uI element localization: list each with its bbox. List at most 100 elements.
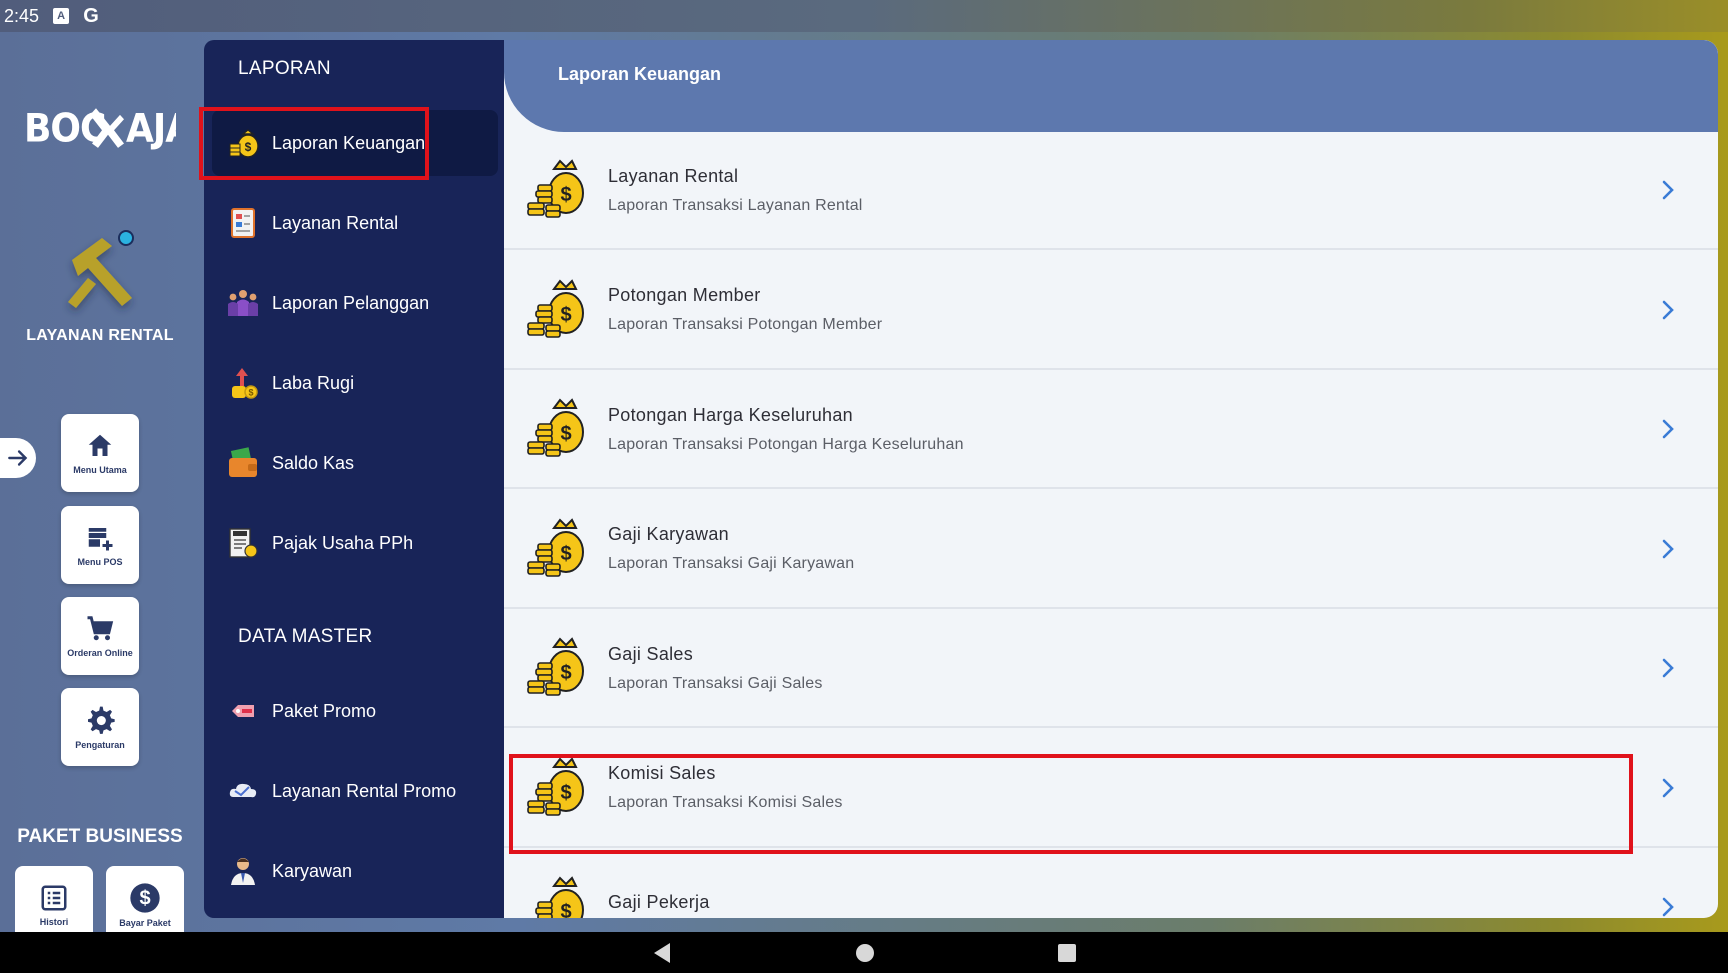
status-time: 2:45 bbox=[4, 5, 40, 26]
home-nav-icon[interactable] bbox=[854, 942, 876, 964]
home-icon bbox=[88, 434, 112, 456]
svg-text:$: $ bbox=[560, 304, 571, 326]
money-bag-icon: $ bbox=[524, 517, 586, 580]
report-row-title: Gaji Karyawan bbox=[608, 524, 729, 544]
accessibility-icon: A bbox=[53, 8, 70, 24]
report-icon bbox=[226, 206, 260, 240]
paket-business-title: PAKET BUSINESS bbox=[17, 826, 183, 847]
chevron-right-icon bbox=[1648, 299, 1688, 321]
section-laporan-title: LAPORAN bbox=[238, 58, 331, 79]
svg-text:$: $ bbox=[248, 388, 253, 398]
google-icon: G bbox=[83, 4, 99, 27]
chevron-right-icon bbox=[1648, 418, 1688, 440]
pengaturan-label: Pengaturan bbox=[75, 740, 125, 750]
cart-icon bbox=[87, 616, 114, 641]
svg-text:$: $ bbox=[560, 662, 571, 684]
menu-item-label: Laporan Pelanggan bbox=[272, 292, 430, 313]
report-row-subtitle: Laporan Transaksi Gaji Sales bbox=[608, 674, 823, 692]
promo-tag-icon bbox=[226, 694, 260, 728]
menu-utama-label: Menu Utama bbox=[73, 465, 127, 475]
report-row-title: Layanan Rental bbox=[608, 165, 739, 186]
list-icon bbox=[41, 885, 67, 911]
menu-pos-label: Menu POS bbox=[77, 557, 123, 567]
report-row-text: Komisi Sales Laporan Transaksi Komisi Sal… bbox=[608, 763, 1648, 812]
chevron-right-icon bbox=[1648, 179, 1688, 201]
report-row-text: Gaji Pekerja bbox=[608, 892, 1648, 919]
pengaturan-button[interactable]: Pengaturan bbox=[61, 688, 139, 766]
svg-text:$: $ bbox=[560, 184, 571, 206]
people-icon bbox=[226, 286, 260, 320]
system-nav-bar bbox=[0, 932, 1728, 973]
report-row-title: Komisi Sales bbox=[608, 763, 716, 783]
report-row-subtitle: Laporan Transaksi Potongan Member bbox=[608, 316, 883, 333]
report-row-title: Potongan Member bbox=[608, 285, 761, 305]
bayar-paket-label: Bayar Paket bbox=[119, 918, 171, 928]
menu-item-laba-rugi[interactable]: $ Laba Rugi bbox=[212, 350, 498, 416]
svg-text:$: $ bbox=[245, 140, 252, 154]
report-list-panel: Laporan Keuangan $ Layanan Rental Laporan … bbox=[504, 40, 1718, 918]
menu-item-saldo-kas[interactable]: Saldo Kas bbox=[212, 430, 498, 496]
money-bag-icon: $ bbox=[524, 278, 586, 341]
expand-arrow-button[interactable] bbox=[0, 438, 36, 478]
report-row[interactable]: $ Gaji Sales Laporan Transaksi Gaji Sales bbox=[504, 610, 1718, 728]
report-row[interactable]: $ Gaji Karyawan Laporan Transaksi Gaji Kar… bbox=[504, 491, 1718, 609]
menu-pos-button[interactable]: Menu POS bbox=[61, 506, 139, 584]
report-row-subtitle: Laporan Transaksi Layanan Rental bbox=[608, 196, 863, 214]
status-bar: 2:45 A G bbox=[0, 0, 1728, 32]
histori-label: Histori bbox=[39, 917, 69, 927]
hammer-app-icon bbox=[62, 222, 142, 322]
recents-nav-icon[interactable] bbox=[1056, 942, 1078, 964]
menu-item-label: Karyawan bbox=[272, 860, 353, 881]
report-row[interactable]: $ Potongan Harga Keseluruhan Laporan Trans… bbox=[504, 371, 1718, 489]
report-row[interactable]: $ Gaji Pekerja bbox=[504, 849, 1718, 918]
money-bag-icon: $ bbox=[524, 637, 586, 699]
menu-item-label: Pajak Usaha PPh bbox=[272, 532, 414, 553]
menu-item-paket-promo[interactable]: Paket Promo bbox=[212, 678, 498, 744]
back-nav-icon[interactable] bbox=[650, 941, 674, 965]
report-row-title: Gaji Sales bbox=[608, 643, 694, 664]
menu-item-label: Layanan Rental Promo bbox=[272, 780, 457, 801]
money-bag-icon: $ bbox=[524, 159, 586, 221]
chevron-right-icon bbox=[1648, 896, 1688, 918]
chevron-right-icon bbox=[1648, 538, 1688, 560]
menu-item-label: Laporan Keuangan bbox=[272, 132, 426, 153]
menu-item-layanan-rental-promo[interactable]: Layanan Rental Promo bbox=[212, 758, 498, 824]
report-row[interactable]: $ Komisi Sales Laporan Transaksi Komisi Sa… bbox=[504, 730, 1718, 848]
app-logo: BOC AJA bbox=[24, 100, 195, 155]
menu-item-layanan-rental[interactable]: Layanan Rental bbox=[212, 190, 498, 256]
arrow-right-icon bbox=[8, 450, 28, 466]
dollar-icon: $ bbox=[130, 883, 160, 913]
employee-icon bbox=[226, 854, 260, 888]
report-row-subtitle: Laporan Transaksi Komisi Sales bbox=[608, 794, 843, 811]
report-menu-panel: LAPORAN $ Laporan Keuangan Layanan Renta… bbox=[204, 40, 504, 918]
svg-text:$: $ bbox=[560, 901, 571, 918]
section-data-master-title: DATA MASTER bbox=[238, 626, 373, 647]
money-bag-icon: $ bbox=[524, 398, 586, 460]
menu-item-karyawan[interactable]: Karyawan bbox=[212, 838, 498, 904]
gear-icon bbox=[88, 706, 115, 734]
report-row-text: Potongan Member Laporan Transaksi Potonga… bbox=[608, 285, 1648, 334]
report-row-text: Layanan Rental Laporan Transaksi Layanan … bbox=[608, 166, 1648, 215]
left-rail: BOC AJA LAYANAN RENTAL Menu Utama Menu P… bbox=[0, 32, 204, 944]
hand-coin-icon: $ bbox=[226, 366, 260, 400]
page-title: Laporan Keuangan bbox=[558, 64, 722, 84]
money-bag-icon: $ bbox=[226, 126, 260, 160]
report-row[interactable]: $ Layanan Rental Laporan Transaksi Layanan… bbox=[504, 132, 1718, 250]
menu-item-laporan-pelanggan[interactable]: Laporan Pelanggan bbox=[212, 270, 498, 336]
menu-item-pajak-usaha[interactable]: Pajak Usaha PPh bbox=[212, 510, 498, 576]
menu-item-label: Paket Promo bbox=[272, 700, 377, 721]
content-header: Laporan Keuangan bbox=[504, 40, 1718, 132]
chevron-right-icon bbox=[1648, 777, 1688, 799]
report-row-text: Gaji Karyawan Laporan Transaksi Gaji Kary… bbox=[608, 524, 1648, 573]
report-row[interactable]: $ Potongan Member Laporan Transaksi Potong… bbox=[504, 252, 1718, 370]
svg-text:$: $ bbox=[560, 782, 571, 804]
report-row-title: Gaji Pekerja bbox=[608, 891, 710, 912]
money-bag-icon: $ bbox=[524, 756, 586, 819]
svg-text:$: $ bbox=[560, 423, 571, 445]
menu-item-laporan-keuangan[interactable]: $ Laporan Keuangan bbox=[212, 110, 498, 176]
menu-item-label: Saldo Kas bbox=[272, 452, 355, 473]
promo-cloud-icon bbox=[226, 774, 260, 808]
orderan-online-button[interactable]: Orderan Online bbox=[61, 597, 139, 675]
svg-text:$: $ bbox=[560, 543, 571, 565]
menu-utama-button[interactable]: Menu Utama bbox=[61, 414, 139, 492]
